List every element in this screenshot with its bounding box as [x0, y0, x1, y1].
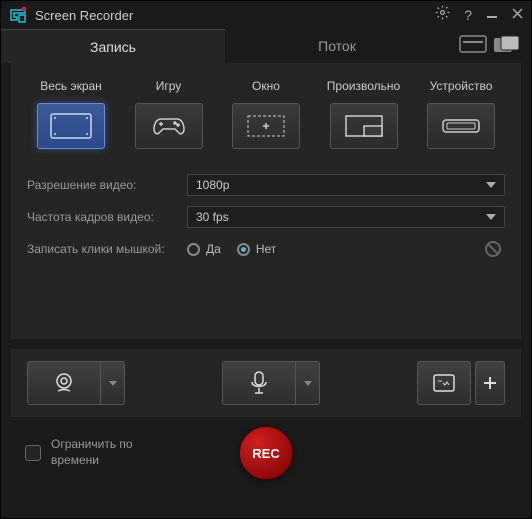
resolution-select[interactable]: 1080p	[187, 174, 505, 196]
mode-custom-button[interactable]	[330, 103, 398, 149]
framerate-label: Частота кадров видео:	[27, 210, 187, 224]
radio-no-label: Нет	[256, 242, 276, 256]
fullwindow-icon[interactable]	[459, 35, 487, 58]
limit-time-label: Ограничить по времени	[51, 437, 161, 468]
help-icon[interactable]: ?	[464, 7, 472, 23]
mode-fullscreen-label: Весь экран	[27, 79, 115, 93]
chevron-down-icon	[486, 182, 496, 188]
app-logo	[9, 6, 27, 24]
mode-window-button[interactable]	[232, 103, 300, 149]
blocked-icon	[485, 241, 501, 257]
settings-icon[interactable]	[435, 5, 450, 25]
tab-stream[interactable]: Поток	[225, 29, 449, 63]
record-button[interactable]: REC	[239, 426, 293, 480]
mode-window-label: Окно	[222, 79, 310, 93]
close-icon[interactable]	[512, 6, 523, 24]
resolution-value: 1080p	[196, 178, 229, 192]
mouseclicks-no-radio[interactable]: Нет	[237, 242, 276, 256]
chevron-down-icon	[486, 214, 496, 220]
mouseclicks-label: Записать клики мышкой:	[27, 242, 187, 256]
tab-record[interactable]: Запись	[1, 29, 225, 63]
mode-device-label: Устройство	[417, 79, 505, 93]
mode-game-label: Игру	[125, 79, 213, 93]
microphone-button[interactable]	[222, 361, 296, 405]
radio-icon	[187, 243, 200, 256]
framerate-value: 30 fps	[196, 210, 229, 224]
webcam-button[interactable]	[27, 361, 101, 405]
webcam-dropdown[interactable]	[101, 361, 125, 405]
radio-icon	[237, 243, 250, 256]
framerate-select[interactable]: 30 fps	[187, 206, 505, 228]
overlay-button[interactable]	[417, 361, 471, 405]
chevron-down-icon	[304, 381, 312, 386]
mode-custom-label: Произвольно	[320, 79, 408, 93]
limit-time-checkbox[interactable]	[25, 445, 41, 461]
minimize-icon[interactable]	[486, 6, 498, 24]
add-overlay-button[interactable]	[475, 361, 505, 405]
chevron-down-icon	[109, 381, 117, 386]
resolution-label: Разрешение видео:	[27, 178, 187, 192]
microphone-dropdown[interactable]	[296, 361, 320, 405]
mode-device-button[interactable]	[427, 103, 495, 149]
app-title: Screen Recorder	[35, 8, 435, 23]
dualwindow-icon[interactable]	[493, 35, 521, 58]
mouseclicks-yes-radio[interactable]: Да	[187, 242, 221, 256]
mode-fullscreen-button[interactable]	[37, 103, 105, 149]
radio-yes-label: Да	[206, 242, 221, 256]
mode-game-button[interactable]	[135, 103, 203, 149]
